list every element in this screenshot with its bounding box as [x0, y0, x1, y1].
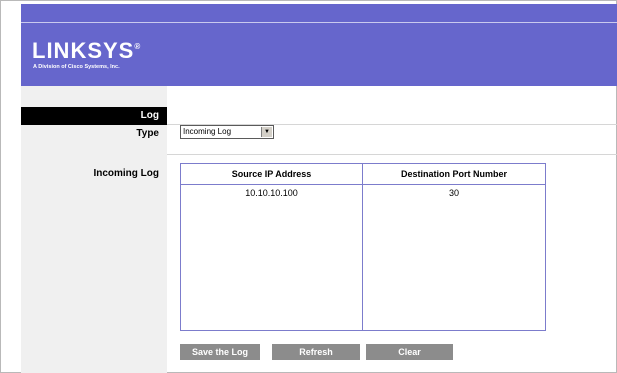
header-banner: LINKSYS® A Division of Cisco Systems, In… [21, 4, 617, 86]
dropdown-arrow-icon[interactable]: ▼ [261, 127, 272, 137]
header-divider [181, 184, 545, 185]
type-label: Type [136, 128, 159, 139]
logo-tagline: A Division of Cisco Systems, Inc. [33, 64, 120, 70]
logo-text: LINKSYS [32, 38, 135, 63]
cell-source-ip: 10.10.10.100 [245, 188, 298, 198]
refresh-button[interactable]: Refresh [272, 344, 360, 360]
header-divider [21, 22, 617, 23]
save-log-button[interactable]: Save the Log [180, 344, 260, 360]
incoming-log-table: Source IP Address Destination Port Numbe… [180, 163, 546, 331]
col-header-destination-port: Destination Port Number [400, 169, 507, 179]
registered-mark: ® [134, 42, 142, 51]
cell-destination-port: 30 [448, 188, 459, 198]
section-title: Log [140, 110, 159, 121]
type-select-value: Incoming Log [183, 127, 232, 136]
section-header: Log [21, 107, 167, 125]
linksys-logo: LINKSYS® [32, 40, 141, 62]
incoming-log-label: Incoming Log [93, 168, 159, 179]
type-select[interactable]: Incoming Log ▼ [180, 125, 274, 139]
clear-button[interactable]: Clear [366, 344, 453, 360]
col-header-source-ip: Source IP Address [231, 169, 312, 179]
mid-divider [167, 154, 617, 155]
